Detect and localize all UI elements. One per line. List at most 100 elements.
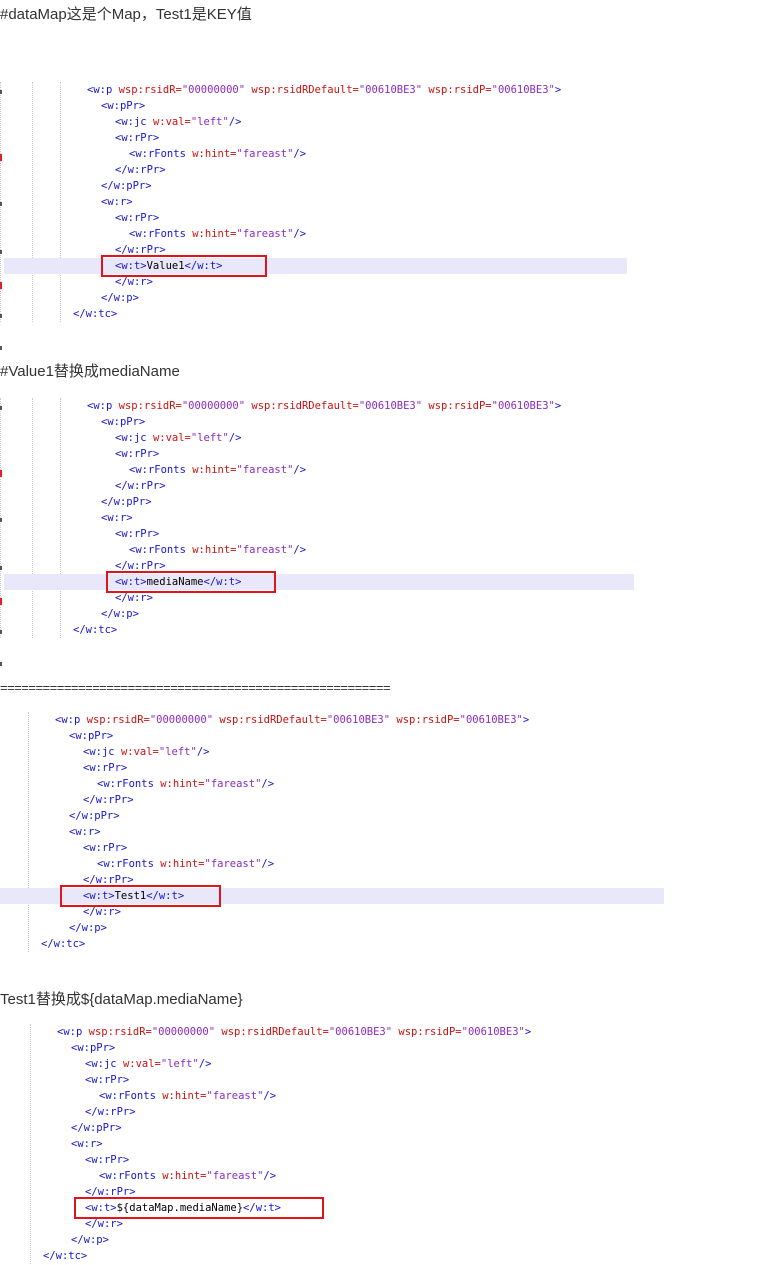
xml-token: "00610BE3" — [459, 714, 523, 726]
code-line: <w:p wsp:rsidR="00000000" wsp:rsidRDefau… — [57, 1024, 531, 1040]
xml-token: <w:rFonts — [99, 1090, 156, 1102]
xml-token: wsp:rsidR= — [118, 400, 182, 412]
gutter-marker — [0, 282, 2, 289]
xml-token: <w:jc — [115, 116, 147, 128]
xml-token: </w:p> — [101, 608, 139, 620]
highlighted-line — [4, 574, 634, 590]
xml-token: "fareast" — [236, 148, 294, 160]
xml-token: <w:pPr> — [101, 100, 146, 112]
code-line: </w:rPr> — [85, 1104, 136, 1120]
xml-token: wsp:rsidR= — [86, 714, 150, 726]
code-line: </w:tc> — [73, 622, 117, 638]
heading-test-replace: Test1替换成${dataMap.mediaName} — [0, 991, 243, 1008]
xml-token: </w:pPr> — [101, 496, 152, 508]
xml-token: </w:pPr> — [101, 180, 152, 192]
xml-token: "fareast" — [204, 858, 262, 870]
xml-token: <w:r> — [101, 196, 133, 208]
xml-token: wsp:rsidP= — [428, 400, 492, 412]
xml-code-block: <w:p wsp:rsidR="00000000" wsp:rsidRDefau… — [0, 712, 764, 952]
xml-token: "00610BE3" — [328, 1026, 393, 1038]
xml-token: /> — [196, 746, 210, 758]
heading-value-replace: #Value1替换成mediaName — [0, 363, 180, 380]
xml-token: wsp:rsidP= — [396, 714, 460, 726]
code-line: <w:rFonts w:hint="fareast"/> — [129, 462, 306, 478]
xml-token: w:hint= — [162, 1090, 207, 1102]
xml-token: w:val= — [120, 746, 159, 758]
code-line: <w:rPr> — [115, 446, 159, 462]
xml-token: w:hint= — [192, 148, 237, 160]
gutter-marker — [0, 314, 2, 318]
xml-code-block: <w:p wsp:rsidR="00000000" wsp:rsidRDefau… — [0, 398, 764, 666]
code-line: <w:rPr> — [83, 760, 127, 776]
xml-code-block: <w:p wsp:rsidR="00000000" wsp:rsidRDefau… — [0, 1024, 764, 1264]
gutter-marker — [0, 470, 2, 477]
code-line: </w:tc> — [41, 936, 85, 952]
code-line: </w:p> — [69, 920, 107, 936]
xml-token: > — [524, 1026, 532, 1038]
xml-token: <w:rPr> — [85, 1074, 130, 1086]
indent-guide — [60, 82, 61, 322]
xml-token: /> — [293, 464, 307, 476]
code-line: <w:rPr> — [83, 840, 127, 856]
xml-token: </w:tc> — [73, 308, 118, 320]
code-line: </w:r> — [115, 274, 153, 290]
code-line: <w:r> — [101, 510, 133, 526]
heading-datamap-note: #dataMap这是个Map，Test1是KEY值 — [0, 6, 252, 23]
xml-token: "00610BE3" — [326, 714, 391, 726]
xml-token: </w:p> — [101, 292, 139, 304]
xml-token: "00000000" — [149, 714, 214, 726]
xml-token: </w:pPr> — [71, 1122, 122, 1134]
xml-token: </w:tc> — [73, 624, 118, 636]
code-line: <w:jc w:val="left"/> — [85, 1056, 211, 1072]
code-line: </w:rPr> — [115, 162, 166, 178]
code-line: <w:jc w:val="left"/> — [115, 430, 241, 446]
xml-token: wsp:rsidRDefault= — [221, 1026, 329, 1038]
xml-token: <w:r> — [69, 826, 101, 838]
xml-token: </w:rPr> — [115, 164, 166, 176]
code-line: </w:pPr> — [69, 808, 120, 824]
xml-token: "00610BE3" — [491, 84, 555, 96]
code-line: <w:rFonts w:hint="fareast"/> — [129, 542, 306, 558]
xml-token: w:val= — [152, 432, 191, 444]
indent-guide — [60, 398, 61, 638]
xml-token: > — [554, 84, 562, 96]
xml-token: wsp:rsidRDefault= — [251, 84, 359, 96]
xml-token: <w:rPr> — [83, 842, 128, 854]
code-line: <w:pPr> — [71, 1040, 115, 1056]
code-line: <w:p wsp:rsidR="00000000" wsp:rsidRDefau… — [55, 712, 529, 728]
gutter-marker — [0, 598, 2, 605]
xml-token: <w:p — [87, 400, 113, 412]
code-line: <w:pPr> — [101, 98, 145, 114]
xml-token: <w:jc — [85, 1058, 117, 1070]
code-line: <w:r> — [69, 824, 101, 840]
code-line: <w:pPr> — [69, 728, 113, 744]
xml-token: "00610BE3" — [358, 400, 423, 412]
xml-token: </w:r> — [83, 906, 121, 918]
code-line: <w:rFonts w:hint="fareast"/> — [99, 1168, 276, 1184]
code-line: <w:rPr> — [115, 526, 159, 542]
xml-token: "00000000" — [181, 84, 246, 96]
xml-token: > — [554, 400, 562, 412]
code-line: <w:r> — [101, 194, 133, 210]
code-line: <w:p wsp:rsidR="00000000" wsp:rsidRDefau… — [87, 398, 561, 414]
code-line: </w:tc> — [73, 306, 117, 322]
xml-token: </w:p> — [71, 1234, 109, 1246]
indent-guide — [32, 398, 33, 638]
xml-token: "00610BE3" — [461, 1026, 525, 1038]
xml-token: <w:jc — [83, 746, 115, 758]
gutter-marker — [0, 346, 2, 350]
xml-token: /> — [198, 1058, 212, 1070]
code-line: <w:rFonts w:hint="fareast"/> — [99, 1088, 276, 1104]
xml-token: <w:rPr> — [115, 528, 160, 540]
xml-token: <w:rFonts — [97, 858, 154, 870]
xml-token: </w:tc> — [41, 938, 86, 950]
xml-token: </w:r> — [115, 592, 153, 604]
code-line: </w:rPr> — [115, 478, 166, 494]
indent-guide — [30, 1024, 31, 1264]
xml-token: </w:rPr> — [85, 1106, 136, 1118]
code-line: </w:r> — [83, 904, 121, 920]
indent-guide — [32, 82, 33, 322]
xml-token: "fareast" — [206, 1170, 264, 1182]
xml-token: "00000000" — [181, 400, 246, 412]
xml-token: w:val= — [122, 1058, 161, 1070]
